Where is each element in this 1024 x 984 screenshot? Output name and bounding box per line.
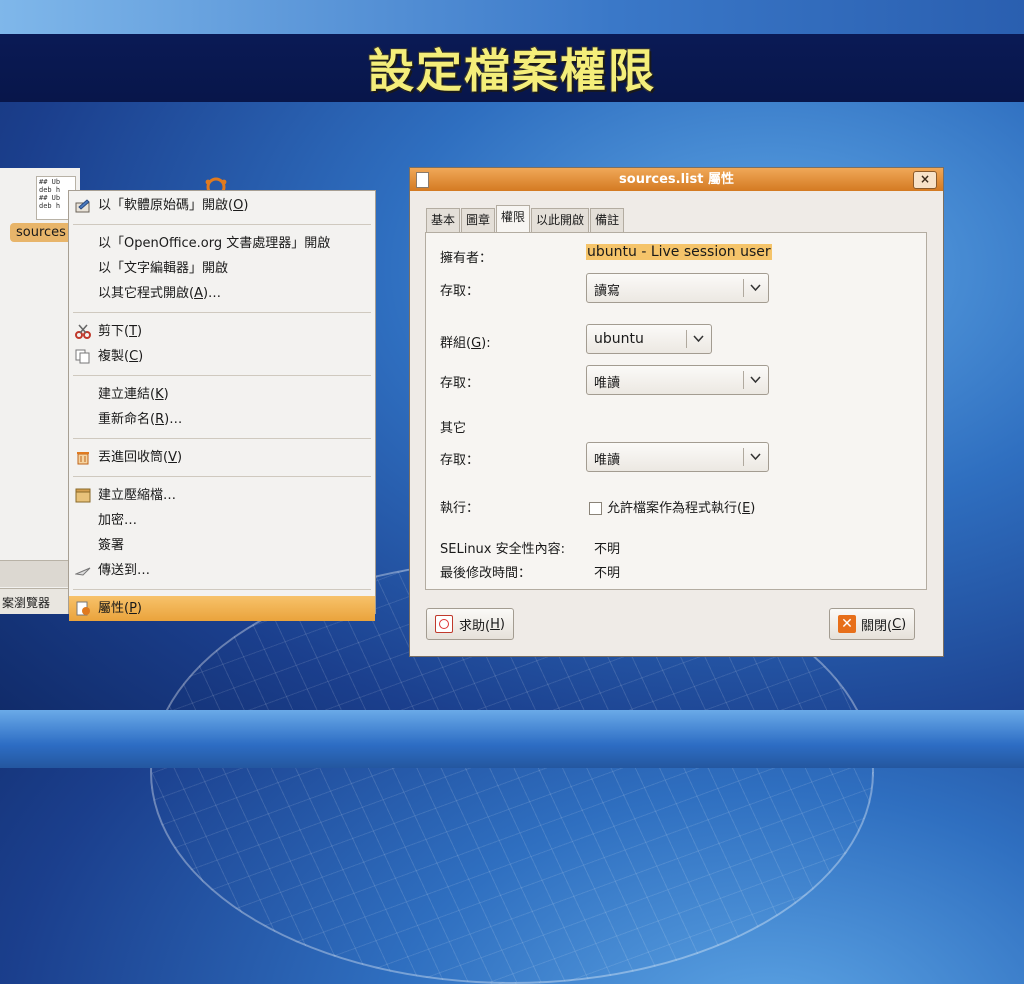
- menu-separator: [73, 375, 371, 376]
- others-access-combo[interactable]: 唯讀: [586, 442, 769, 472]
- close-icon: ✕: [838, 615, 856, 633]
- menu-properties[interactable]: 屬性(P): [69, 596, 375, 621]
- edit-icon: [75, 199, 90, 213]
- others-label: 其它: [440, 421, 467, 436]
- menu-create-archive[interactable]: 建立壓縮檔…: [69, 483, 375, 508]
- menu-open-with-other[interactable]: 以其它程式開啟(A)…: [69, 281, 375, 306]
- tab-notes[interactable]: 備註: [590, 208, 625, 232]
- archive-icon: [75, 488, 91, 503]
- modified-value: 不明: [594, 566, 621, 581]
- modified-label: 最後修改時間：: [440, 566, 532, 581]
- group-access-value: 唯讀: [594, 376, 621, 391]
- tab-emblems[interactable]: 圖章: [461, 208, 496, 232]
- slide-title: 設定檔案權限: [368, 44, 656, 98]
- window-close-button[interactable]: ×: [913, 171, 937, 189]
- menu-separator: [73, 476, 371, 477]
- chevron-down-icon: [750, 453, 761, 461]
- menu-separator: [73, 312, 371, 313]
- send-icon: [75, 567, 91, 576]
- tab-open-with[interactable]: 以此開啟: [531, 208, 590, 232]
- copy-icon: [75, 349, 90, 364]
- help-icon: [435, 615, 453, 633]
- tab-permissions[interactable]: 權限: [496, 205, 531, 233]
- group-value: ubuntu: [594, 331, 644, 347]
- owner-access-label: 存取：: [440, 284, 480, 299]
- menu-send-to[interactable]: 傳送到…: [69, 558, 375, 583]
- chevron-down-icon: [750, 376, 761, 384]
- help-button[interactable]: 求助(H): [426, 608, 514, 640]
- dialog-title: sources.list 屬性: [619, 172, 734, 187]
- menu-separator: [73, 224, 371, 225]
- permissions-panel: 擁有者： ubuntu - Live session user 存取： 讀寫 群…: [425, 232, 927, 590]
- chevron-down-icon: [750, 284, 761, 292]
- slide-title-band: 設定檔案權限: [0, 34, 1024, 102]
- scissors-icon: [75, 324, 91, 339]
- file-name-label[interactable]: sources: [10, 223, 72, 242]
- context-menu: 以「軟體原始碼」開啟(O) 以「OpenOffice.org 文書處理器」開啟 …: [68, 190, 376, 621]
- tab-bar: 基本 圖章 權限 以此開啟 備註: [426, 205, 625, 233]
- properties-icon: [76, 601, 90, 616]
- menu-move-to-trash[interactable]: 丟進回收筒(V): [69, 445, 375, 470]
- owner-access-combo[interactable]: 讀寫: [586, 273, 769, 303]
- selinux-value: 不明: [594, 542, 621, 557]
- menu-make-link[interactable]: 建立連結(K): [69, 382, 375, 407]
- menu-open-with-openoffice[interactable]: 以「OpenOffice.org 文書處理器」開啟: [69, 231, 375, 256]
- combo-divider: [743, 371, 744, 389]
- menu-open-with-source-editor[interactable]: 以「軟體原始碼」開啟(O): [69, 193, 375, 218]
- chevron-down-icon: [693, 335, 704, 343]
- close-button[interactable]: ✕ 關閉(C): [829, 608, 916, 640]
- others-access-label: 存取：: [440, 453, 480, 468]
- group-access-label: 存取：: [440, 376, 480, 391]
- tab-basic[interactable]: 基本: [426, 208, 461, 232]
- menu-separator: [73, 438, 371, 439]
- owner-label: 擁有者：: [440, 251, 493, 266]
- execute-checkbox[interactable]: [589, 502, 602, 515]
- menu-separator: [73, 589, 371, 590]
- group-access-combo[interactable]: 唯讀: [586, 365, 769, 395]
- combo-divider: [686, 330, 687, 348]
- menu-encrypt[interactable]: 加密…: [69, 508, 375, 533]
- properties-dialog: sources.list 屬性 × 基本 圖章 權限 以此開啟 備註 擁有者： …: [409, 167, 944, 657]
- document-icon: [416, 172, 429, 188]
- slide-top-strip: [0, 0, 1024, 34]
- taskbar-label: 案瀏覽器: [2, 596, 51, 610]
- slide-bottom-band: [0, 710, 1024, 768]
- combo-divider: [743, 448, 744, 466]
- menu-open-with-text-editor[interactable]: 以「文字編輯器」開啟: [69, 256, 375, 281]
- owner-access-value: 讀寫: [594, 284, 621, 299]
- menu-cut[interactable]: 剪下(T): [69, 319, 375, 344]
- menu-sign[interactable]: 簽署: [69, 533, 375, 558]
- others-access-value: 唯讀: [594, 453, 621, 468]
- owner-value: ubuntu - Live session user: [586, 244, 772, 260]
- dialog-titlebar[interactable]: sources.list 屬性 ×: [410, 168, 943, 191]
- execute-checkbox-label[interactable]: 允許檔案作為程式執行(E): [607, 497, 755, 516]
- menu-rename[interactable]: 重新命名(R)…: [69, 407, 375, 432]
- menu-copy[interactable]: 複製(C): [69, 344, 375, 369]
- combo-divider: [743, 279, 744, 297]
- group-combo[interactable]: ubuntu: [586, 324, 712, 354]
- selinux-label: SELinux 安全性內容:: [440, 542, 566, 557]
- execute-label: 執行：: [440, 501, 480, 516]
- group-label: 群組(G):: [440, 336, 491, 351]
- trash-icon: [77, 452, 89, 465]
